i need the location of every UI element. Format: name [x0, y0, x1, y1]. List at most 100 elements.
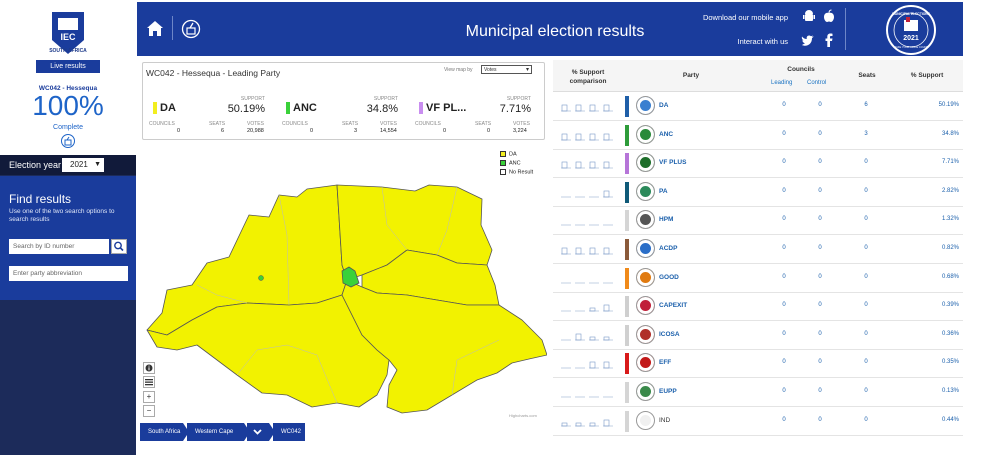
party-summary-anc: ANC SUPPORT 34.8% COUNCILS SEATS VOTES 0… [276, 96, 400, 138]
view-map-select[interactable]: Votes ▾ [481, 65, 532, 74]
party-name: DA [160, 102, 176, 114]
party-name-link[interactable]: EFF [659, 359, 671, 366]
table-row[interactable]: IND 0 0 0 0.44% [553, 407, 963, 436]
search-button[interactable] [111, 239, 127, 254]
table-row[interactable]: VF PLUS 0 0 0 7.71% [553, 149, 963, 179]
seats-value: 0 [864, 359, 868, 366]
col-header-support[interactable]: % Support [891, 60, 963, 92]
table-row[interactable]: PA 0 0 0 2.82% [553, 178, 963, 207]
support-comparison-sparkline[interactable] [559, 187, 619, 199]
support-comparison-sparkline[interactable] [559, 358, 619, 370]
badge-bottom-text: MAKE YOUR VOICE COUNT [894, 45, 929, 49]
breadcrumb-south-africa[interactable]: South Africa [140, 423, 189, 441]
support-comparison-sparkline[interactable] [559, 215, 619, 227]
party-logo[interactable] [636, 296, 655, 316]
table-row[interactable]: ANC 0 0 3 34.8% [553, 121, 963, 150]
home-icon[interactable] [146, 20, 164, 37]
support-comparison-sparkline[interactable] [559, 101, 619, 113]
party-logo[interactable] [636, 153, 655, 173]
sparkline-bar [575, 333, 582, 341]
support-comparison-sparkline[interactable] [559, 273, 619, 285]
map-list-button[interactable] [143, 376, 155, 388]
support-comparison-sparkline[interactable] [559, 301, 619, 313]
table-row[interactable]: GOOD 0 0 0 0.68% [553, 264, 963, 293]
party-abbreviation-input[interactable]: Enter party abbreviation [9, 266, 128, 281]
live-results-button[interactable]: Live results [36, 60, 100, 73]
party-name-link[interactable]: ICOSA [659, 331, 680, 338]
support-comparison-sparkline[interactable] [559, 244, 619, 256]
col-header-seats[interactable]: Seats [843, 60, 891, 92]
breadcrumb-western-cape[interactable]: Western Cape [187, 423, 250, 441]
seats-label: SEATS [209, 121, 226, 127]
map-info-button[interactable] [143, 362, 155, 374]
facebook-icon[interactable] [822, 33, 836, 47]
councils-leading: 0 [782, 416, 786, 423]
party-name-link[interactable]: PA [659, 188, 668, 195]
party-logo[interactable] [636, 239, 655, 258]
party-name-link[interactable]: DA [659, 102, 668, 109]
party-logo[interactable] [636, 124, 655, 144]
legend-item-da[interactable]: DA [500, 151, 533, 160]
election-year-select[interactable]: 2021 ▼ [62, 158, 104, 172]
votes-value: 20,988 [247, 128, 264, 134]
sparkline-bar [589, 336, 596, 341]
ward-map[interactable] [137, 145, 547, 445]
sparkline-bar [575, 133, 582, 140]
col-header-party[interactable]: Party [623, 60, 759, 92]
breadcrumb-expand-button[interactable] [247, 423, 275, 441]
zoom-out-button[interactable]: − [143, 405, 155, 417]
breadcrumb-wc042[interactable]: WC042 [273, 423, 305, 441]
table-row[interactable]: HPM 0 0 0 1.32% [553, 206, 963, 236]
support-value: 50.19% [938, 102, 959, 108]
android-icon[interactable] [802, 9, 816, 23]
party-name-link[interactable]: ANC [659, 131, 673, 138]
seats-value: 0 [864, 273, 868, 280]
party-logo[interactable] [636, 410, 655, 430]
legend-item-no-result[interactable]: No Result [500, 169, 533, 178]
twitter-icon[interactable] [801, 34, 815, 48]
support-comparison-sparkline[interactable] [559, 330, 619, 342]
party-name-link[interactable]: ACDP [659, 245, 677, 252]
apple-icon[interactable] [822, 9, 836, 23]
highcharts-credit[interactable]: Highcharts.com [509, 413, 537, 418]
col-header-label: Seats [858, 72, 876, 79]
table-row[interactable]: ACDP 0 0 0 0.82% [553, 235, 963, 264]
col-header-leading[interactable]: Leading [771, 80, 792, 86]
completion-label: Complete [53, 124, 83, 131]
table-row[interactable]: EFF 0 0 0 0.35% [553, 349, 963, 379]
legend-item-anc[interactable]: ANC [500, 160, 533, 169]
table-row[interactable]: CAPEXIT 0 0 0 0.39% [553, 292, 963, 322]
support-comparison-sparkline[interactable] [559, 387, 619, 399]
table-row[interactable]: EUPP 0 0 0 0.13% [553, 378, 963, 407]
support-comparison-sparkline[interactable] [559, 130, 619, 142]
councils-control: 0 [818, 416, 822, 423]
sparkline-bar [589, 307, 596, 312]
party-logo[interactable] [636, 353, 655, 373]
id-number-input[interactable]: Search by ID number [9, 239, 109, 254]
party-color-bar [625, 267, 629, 289]
ballot-hand-icon[interactable] [181, 19, 201, 39]
party-name-link[interactable]: VF PLUS [659, 159, 686, 166]
seats-value: 0 [864, 416, 868, 423]
party-logo[interactable] [636, 382, 655, 401]
support-comparison-sparkline[interactable] [559, 416, 619, 428]
col-header-control[interactable]: Control [807, 80, 826, 86]
party-logo[interactable] [636, 181, 655, 201]
table-row[interactable]: ICOSA 0 0 0 0.36% [553, 321, 963, 350]
ballot-box-icon [61, 134, 75, 148]
party-name-link[interactable]: CAPEXIT [659, 302, 687, 309]
party-logo[interactable] [636, 210, 655, 230]
party-name-link[interactable]: HPM [659, 216, 673, 223]
party-logo[interactable] [636, 267, 655, 287]
party-logo[interactable] [636, 324, 655, 344]
party-name-link[interactable]: GOOD [659, 274, 679, 281]
table-row[interactable]: DA 0 0 6 50.19% [553, 92, 963, 121]
zoom-in-button[interactable]: + [143, 391, 155, 403]
party-name-link[interactable]: EUPP [659, 388, 677, 395]
party-logo[interactable] [636, 96, 655, 115]
map-ward-anc-small[interactable] [258, 275, 264, 281]
party-name: ANC [293, 102, 317, 114]
seats-value: 0 [864, 388, 868, 394]
party-name-link[interactable]: IND [659, 417, 670, 424]
support-comparison-sparkline[interactable] [559, 158, 619, 170]
